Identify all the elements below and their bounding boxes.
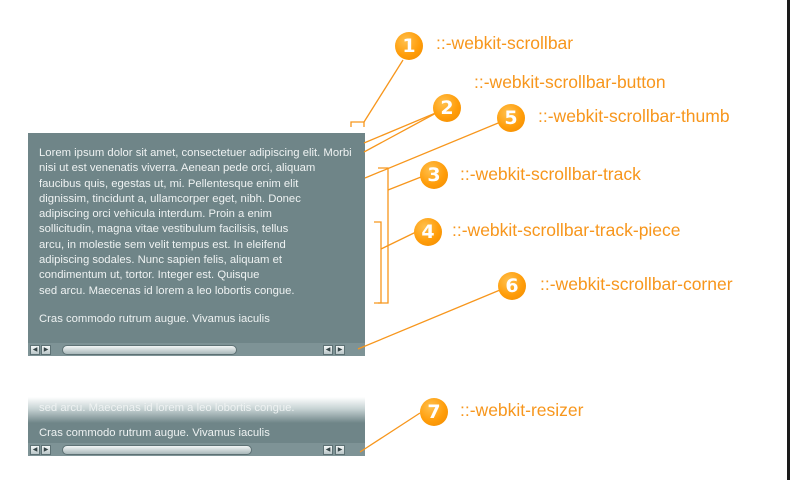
callout-label-resizer: ::-webkit-resizer	[460, 400, 584, 420]
leader-line-7	[359, 412, 421, 453]
leader-line-4	[374, 221, 382, 304]
leader-line-1	[363, 59, 404, 123]
callout-label-scrollbar: ::-webkit-scrollbar	[436, 33, 574, 53]
callout-leader-lines	[350, 59, 504, 453]
callout-label-scrollbar-corner: ::-webkit-scrollbar-corner	[540, 274, 733, 294]
callout-badge-2: 2	[433, 94, 461, 122]
callout-label-scrollbar-track: ::-webkit-scrollbar-track	[460, 164, 641, 184]
leader-line-6	[357, 289, 501, 350]
callout-label-scrollbar-track-piece: ::-webkit-scrollbar-track-piece	[452, 220, 681, 240]
callout-badge-7: 7	[420, 398, 448, 426]
callout-badge-3: 3	[420, 161, 448, 189]
leader-line-1	[350, 121, 365, 127]
callout-badge-1: 1	[395, 32, 423, 60]
callout-badge-6: 6	[498, 272, 526, 300]
callout-label-scrollbar-button: ::-webkit-scrollbar-button	[474, 72, 666, 92]
leader-line-2	[363, 111, 439, 144]
callout-label-scrollbar-thumb: ::-webkit-scrollbar-thumb	[538, 106, 730, 126]
leader-line-2	[363, 111, 439, 153]
leader-line-4	[380, 231, 417, 250]
leader-line-3	[378, 167, 389, 304]
callout-badge-5: 5	[497, 104, 525, 132]
leader-line-3	[387, 176, 422, 191]
callout-badge-4: 4	[414, 218, 442, 246]
